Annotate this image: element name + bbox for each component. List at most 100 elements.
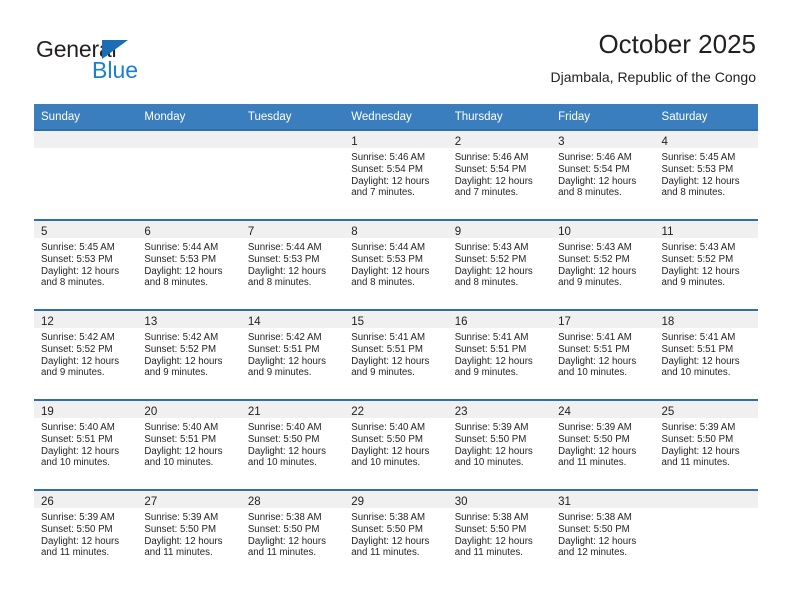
calendar-day-cell[interactable]: 15 Sunrise: 5:41 AM Sunset: 5:51 PM Dayligh… bbox=[344, 309, 448, 400]
sunset-text: Sunset: 5:50 PM bbox=[144, 523, 217, 535]
calendar-day-cell[interactable]: 18 Sunrise: 5:41 AM Sunset: 5:51 PM Dayligh… bbox=[654, 309, 758, 400]
calendar-day-cell[interactable]: 4 Sunrise: 5:45 AM Sunset: 5:53 PM Daylight… bbox=[654, 129, 758, 220]
calendar-day-cell[interactable]: 30 Sunrise: 5:38 AM Sunset: 5:50 PM Dayligh… bbox=[447, 489, 552, 579]
sunset-text: Sunset: 5:50 PM bbox=[351, 523, 423, 535]
day-cell-details: Sunrise: 5:43 AM Sunset: 5:52 PM Daylight:… bbox=[448, 238, 551, 289]
daylight-text-line1: Daylight: 12 hours bbox=[558, 265, 637, 277]
sunset-text: Sunset: 5:52 PM bbox=[558, 253, 630, 265]
calendar-day-cell[interactable]: 1 Sunrise: 5:46 AM Sunset: 5:54 PM Daylight… bbox=[344, 129, 448, 220]
calendar-day-cell[interactable]: 28 Sunrise: 5:38 AM Sunset: 5:50 PM Dayligh… bbox=[240, 489, 345, 579]
day-number-band: 11 bbox=[654, 221, 758, 238]
calendar-day-cell[interactable]: 17 Sunrise: 5:41 AM Sunset: 5:51 PM Dayligh… bbox=[551, 309, 655, 400]
sunrise-text: Sunrise: 5:46 AM bbox=[558, 152, 632, 163]
weekday-header-sunday: Sunday bbox=[34, 104, 138, 130]
calendar-day-cell[interactable]: 23 Sunrise: 5:39 AM Sunset: 5:50 PM Dayligh… bbox=[447, 399, 552, 490]
daylight-text-line2: and 12 minutes. bbox=[558, 547, 628, 559]
day-number-band: 25 bbox=[654, 401, 758, 418]
day-number: 31 bbox=[558, 496, 571, 508]
calendar-day-cell[interactable]: 22 Sunrise: 5:40 AM Sunset: 5:50 PM Dayligh… bbox=[344, 399, 448, 490]
day-number: 29 bbox=[351, 496, 365, 508]
day-cell-details: Sunrise: 5:46 AM Sunset: 5:54 PM Daylight:… bbox=[551, 148, 654, 199]
sunrise-text: Sunrise: 5:41 AM bbox=[661, 332, 736, 343]
daylight-text-line2: and 10 minutes. bbox=[247, 457, 317, 469]
day-number-band: 26 bbox=[34, 491, 138, 508]
day-number: 1 bbox=[351, 136, 358, 148]
calendar-day-cell[interactable]: 13 Sunrise: 5:42 AM Sunset: 5:52 PM Dayligh… bbox=[137, 309, 241, 400]
calendar-day-cell[interactable]: 2 Sunrise: 5:46 AM Sunset: 5:54 PM Daylight… bbox=[447, 129, 552, 220]
daylight-text-line2: and 8 minutes. bbox=[41, 277, 105, 289]
daylight-text-line1: Daylight: 12 hours bbox=[41, 535, 120, 547]
weekday-header-saturday: Saturday bbox=[654, 104, 758, 130]
sunset-text: Sunset: 5:53 PM bbox=[247, 253, 320, 265]
day-number: 27 bbox=[144, 496, 158, 508]
daylight-text-line2: and 10 minutes. bbox=[351, 457, 421, 469]
calendar-day-cell[interactable]: 9 Sunrise: 5:43 AM Sunset: 5:52 PM Daylight… bbox=[447, 219, 552, 310]
day-number-band: 31 bbox=[551, 491, 655, 508]
calendar-day-cell[interactable]: 11 Sunrise: 5:43 AM Sunset: 5:52 PM Dayligh… bbox=[654, 219, 758, 310]
calendar-day-cell[interactable]: 3 Sunrise: 5:46 AM Sunset: 5:54 PM Daylight… bbox=[551, 129, 655, 220]
calendar-day-cell-empty bbox=[34, 129, 138, 220]
calendar-day-cell[interactable]: 29 Sunrise: 5:38 AM Sunset: 5:50 PM Dayligh… bbox=[344, 489, 448, 579]
day-cell-inner bbox=[137, 131, 241, 219]
sunrise-text: Sunrise: 5:39 AM bbox=[661, 422, 736, 433]
day-number: 26 bbox=[41, 496, 54, 508]
sunset-text: Sunset: 5:53 PM bbox=[144, 253, 217, 265]
calendar-day-cell[interactable]: 6 Sunrise: 5:44 AM Sunset: 5:53 PM Daylight… bbox=[137, 219, 241, 310]
calendar-day-cell[interactable]: 19 Sunrise: 5:40 AM Sunset: 5:51 PM Dayligh… bbox=[34, 399, 138, 490]
day-cell-inner: 13 Sunrise: 5:42 AM Sunset: 5:52 PM Dayligh… bbox=[137, 311, 241, 399]
day-number-band: 5 bbox=[34, 221, 138, 238]
daylight-text-line2: and 11 minutes. bbox=[144, 547, 213, 559]
day-cell-inner: 16 Sunrise: 5:41 AM Sunset: 5:51 PM Dayligh… bbox=[447, 311, 552, 399]
day-number: 15 bbox=[351, 316, 365, 328]
sunrise-text: Sunrise: 5:40 AM bbox=[41, 422, 115, 433]
daylight-text-line2: and 7 minutes. bbox=[454, 187, 519, 199]
day-number-band bbox=[240, 131, 345, 148]
day-number-band: 15 bbox=[344, 311, 448, 328]
calendar-day-cell[interactable]: 14 Sunrise: 5:42 AM Sunset: 5:51 PM Dayligh… bbox=[240, 309, 345, 400]
day-cell-details: Sunrise: 5:41 AM Sunset: 5:51 PM Daylight:… bbox=[344, 328, 447, 379]
sunrise-text: Sunrise: 5:42 AM bbox=[144, 332, 219, 343]
day-number-band: 9 bbox=[447, 221, 552, 238]
sunset-text: Sunset: 5:54 PM bbox=[558, 163, 630, 175]
calendar-day-cell[interactable]: 24 Sunrise: 5:39 AM Sunset: 5:50 PM Dayligh… bbox=[551, 399, 655, 490]
day-number-band: 30 bbox=[447, 491, 552, 508]
calendar-day-cell[interactable]: 25 Sunrise: 5:39 AM Sunset: 5:50 PM Dayligh… bbox=[654, 399, 758, 490]
calendar-day-cell[interactable]: 27 Sunrise: 5:39 AM Sunset: 5:50 PM Dayligh… bbox=[137, 489, 241, 579]
calendar-day-cell[interactable]: 12 Sunrise: 5:42 AM Sunset: 5:52 PM Dayligh… bbox=[34, 309, 138, 400]
calendar-day-cell[interactable]: 20 Sunrise: 5:40 AM Sunset: 5:51 PM Dayligh… bbox=[137, 399, 241, 490]
daylight-text-line2: and 8 minutes. bbox=[454, 277, 519, 289]
daylight-text-line2: and 9 minutes. bbox=[144, 367, 208, 379]
day-cell-inner: 11 Sunrise: 5:43 AM Sunset: 5:52 PM Dayligh… bbox=[654, 221, 758, 309]
daylight-text-line1: Daylight: 12 hours bbox=[247, 355, 326, 367]
day-cell-details: Sunrise: 5:38 AM Sunset: 5:50 PM Daylight:… bbox=[344, 508, 447, 559]
day-cell-inner: 5 Sunrise: 5:45 AM Sunset: 5:53 PM Daylight… bbox=[34, 221, 138, 309]
day-number: 13 bbox=[144, 316, 158, 328]
day-cell-details: Sunrise: 5:41 AM Sunset: 5:51 PM Daylight:… bbox=[551, 328, 654, 379]
sunset-text: Sunset: 5:53 PM bbox=[661, 163, 734, 175]
calendar-week-row: 12 Sunrise: 5:42 AM Sunset: 5:52 PM Dayligh… bbox=[34, 309, 758, 400]
calendar-day-cell[interactable]: 8 Sunrise: 5:44 AM Sunset: 5:53 PM Daylight… bbox=[344, 219, 448, 310]
daylight-text-line1: Daylight: 12 hours bbox=[41, 445, 120, 457]
day-cell-details: Sunrise: 5:39 AM Sunset: 5:50 PM Daylight:… bbox=[551, 418, 654, 469]
calendar-day-cell-empty bbox=[240, 129, 345, 220]
day-number-band: 1 bbox=[344, 131, 448, 148]
calendar-day-cell[interactable]: 16 Sunrise: 5:41 AM Sunset: 5:51 PM Dayligh… bbox=[447, 309, 552, 400]
weekday-header-tuesday: Tuesday bbox=[240, 104, 345, 130]
day-cell-inner: 30 Sunrise: 5:38 AM Sunset: 5:50 PM Dayligh… bbox=[447, 491, 552, 579]
daylight-text-line1: Daylight: 12 hours bbox=[454, 265, 533, 277]
sunset-text: Sunset: 5:50 PM bbox=[351, 433, 423, 445]
calendar-day-cell[interactable]: 26 Sunrise: 5:39 AM Sunset: 5:50 PM Dayligh… bbox=[34, 489, 138, 579]
daylight-text-line1: Daylight: 12 hours bbox=[351, 445, 430, 457]
calendar-day-cell[interactable]: 10 Sunrise: 5:43 AM Sunset: 5:52 PM Dayligh… bbox=[551, 219, 655, 310]
sunset-text: Sunset: 5:50 PM bbox=[454, 433, 527, 445]
calendar-day-cell[interactable]: 7 Sunrise: 5:44 AM Sunset: 5:53 PM Daylight… bbox=[240, 219, 345, 310]
day-number-band bbox=[34, 131, 138, 148]
calendar-day-cell[interactable]: 5 Sunrise: 5:45 AM Sunset: 5:53 PM Daylight… bbox=[34, 219, 138, 310]
day-number-band: 28 bbox=[240, 491, 345, 508]
calendar-day-cell[interactable]: 31 Sunrise: 5:38 AM Sunset: 5:50 PM Dayligh… bbox=[551, 489, 655, 579]
daylight-text-line1: Daylight: 12 hours bbox=[351, 535, 430, 547]
daylight-text-line1: Daylight: 12 hours bbox=[454, 355, 533, 367]
day-cell-inner: 7 Sunrise: 5:44 AM Sunset: 5:53 PM Daylight… bbox=[240, 221, 345, 309]
day-cell-inner: 26 Sunrise: 5:39 AM Sunset: 5:50 PM Dayligh… bbox=[34, 491, 138, 579]
calendar-day-cell[interactable]: 21 Sunrise: 5:40 AM Sunset: 5:50 PM Dayligh… bbox=[240, 399, 345, 490]
